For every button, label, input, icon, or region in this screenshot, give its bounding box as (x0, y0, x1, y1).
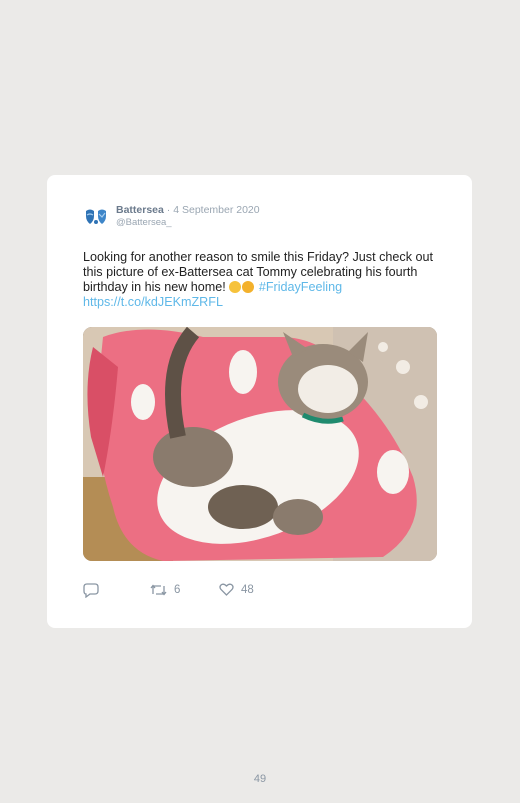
author-name[interactable]: Battersea (116, 204, 164, 216)
tweet-url-link[interactable]: https://t.co/kdJEKmZRFL (83, 295, 223, 309)
reply-icon (83, 583, 99, 598)
tweet-text: Looking for another reason to smile this… (83, 250, 443, 310)
meta-separator: · (166, 204, 171, 216)
tweet-photo[interactable] (83, 327, 437, 561)
retweet-button[interactable]: 6 (150, 583, 180, 597)
tweet-actions: 6 48 (83, 583, 383, 601)
tweet-card: Battersea · 4 September 2020 @Battersea_… (47, 175, 472, 628)
page-number: 49 (253, 773, 267, 785)
heart-icon (219, 583, 234, 596)
retweet-count: 6 (174, 584, 181, 596)
retweet-icon (150, 584, 167, 596)
hashtag-link[interactable]: #FridayFeeling (259, 280, 342, 294)
tweet-header: Battersea · 4 September 2020 @Battersea_ (83, 204, 260, 232)
like-count: 48 (241, 583, 254, 596)
heart-eyes-emoji-icon (242, 281, 255, 293)
like-button[interactable]: 48 (219, 583, 254, 596)
battersea-logo-icon[interactable] (83, 208, 111, 228)
reply-button[interactable] (83, 583, 106, 598)
rolling-on-floor-laughing-emoji-icon (229, 281, 242, 293)
tweet-date[interactable]: 4 September 2020 (173, 204, 259, 216)
author-handle[interactable]: @Battersea_ (116, 217, 260, 229)
author-meta: Battersea · 4 September 2020 @Battersea_ (116, 204, 260, 229)
